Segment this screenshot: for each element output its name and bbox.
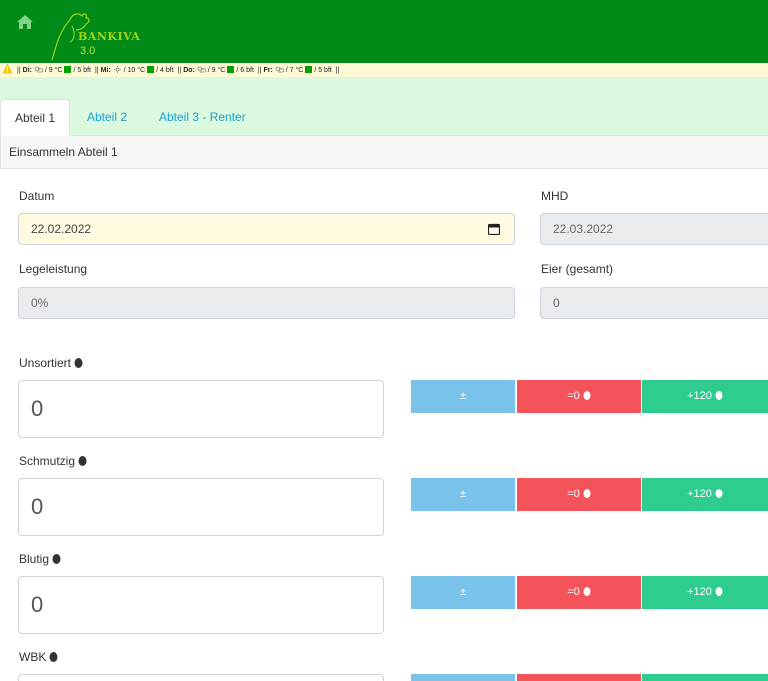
blutig-input[interactable]: 0 bbox=[18, 576, 384, 634]
weather-temp: 7 °C bbox=[289, 67, 304, 74]
legeleistung-field: 0% bbox=[18, 287, 515, 319]
mhd-field: 22.03.2022 bbox=[540, 213, 768, 245]
egg-icon bbox=[583, 391, 591, 400]
unsortiert-label: Unsortiert bbox=[19, 356, 83, 370]
schmutzig-plusminus-button[interactable]: ± bbox=[411, 478, 515, 511]
weather-day: Do: bbox=[183, 67, 195, 74]
unsortiert-reset-button[interactable]: =0 bbox=[517, 380, 641, 413]
unsortiert-plusminus-button[interactable]: ± bbox=[411, 380, 515, 413]
unsortiert-input[interactable]: 0 bbox=[18, 380, 384, 438]
wbk-input[interactable] bbox=[18, 674, 384, 681]
tab-bar: Abteil 1 Abteil 2 Abteil 3 - Renter bbox=[0, 77, 768, 136]
weather-temp: 9 °C bbox=[211, 67, 226, 74]
egg-icon bbox=[52, 554, 61, 564]
weather-bar: || Di: / 9 °C/ 5 bft || Mi: / 10 °C/ 4 bft… bbox=[0, 63, 768, 77]
unsortiert-add-120-button[interactable]: +120 bbox=[642, 380, 768, 413]
wind-indicator bbox=[147, 66, 155, 73]
egg-icon bbox=[583, 489, 591, 498]
schmutzig-label: Schmutzig bbox=[19, 454, 87, 468]
datum-value: 22.02.2022 bbox=[31, 222, 92, 236]
weather-day: Fr: bbox=[263, 67, 273, 74]
weather-day: Mi: bbox=[100, 67, 111, 74]
eier-gesamt-field: 0 bbox=[540, 287, 768, 319]
wind-indicator bbox=[64, 66, 72, 73]
brand-name: BANKIVA bbox=[78, 30, 141, 43]
schmutzig-input[interactable]: 0 bbox=[18, 478, 384, 536]
schmutzig-reset-button[interactable]: =0 bbox=[517, 478, 641, 511]
weather-wind: 4 bft bbox=[159, 67, 174, 74]
weather-temp: 10 °C bbox=[127, 67, 146, 74]
tab-abteil-1[interactable]: Abteil 1 bbox=[0, 99, 71, 136]
weather-day: Di: bbox=[22, 67, 32, 74]
legeleistung-label: Legeleistung bbox=[19, 262, 88, 276]
wbk-plusminus-button[interactable] bbox=[411, 674, 515, 681]
datum-field[interactable]: 22.02.2022 bbox=[18, 213, 515, 245]
wbk-reset-button[interactable] bbox=[517, 674, 641, 681]
wind-indicator bbox=[305, 66, 313, 73]
sun-icon bbox=[113, 66, 121, 73]
mhd-label: MHD bbox=[541, 189, 569, 203]
egg-icon bbox=[78, 456, 87, 466]
egg-icon bbox=[74, 358, 83, 368]
egg-icon bbox=[49, 652, 58, 662]
eier-gesamt-label: Eier (gesamt) bbox=[541, 262, 614, 276]
weather-wind: 5 bft bbox=[318, 67, 332, 74]
weather-wind: 6 bft bbox=[240, 67, 254, 74]
tab-abteil-3-renter[interactable]: Abteil 3 - Renter bbox=[145, 99, 260, 136]
schmutzig-add-120-button[interactable]: +120 bbox=[642, 478, 768, 511]
wind-indicator bbox=[227, 66, 235, 73]
navbar: BANKIVA 3.0 bbox=[0, 0, 768, 63]
wbk-label: WBK bbox=[19, 650, 58, 664]
egg-icon bbox=[715, 391, 723, 400]
calendar-icon[interactable] bbox=[488, 223, 500, 235]
datum-label: Datum bbox=[19, 189, 55, 203]
blutig-plusminus-button[interactable]: ± bbox=[411, 576, 515, 609]
brand-version: 3.0 bbox=[80, 45, 96, 57]
legeleistung-value: 0% bbox=[31, 296, 49, 310]
sun-cloud-icon bbox=[275, 66, 284, 73]
sun-cloud-icon bbox=[34, 66, 43, 73]
blutig-reset-button[interactable]: =0 bbox=[517, 576, 641, 609]
warning-icon bbox=[2, 63, 13, 74]
mhd-value: 22.03.2022 bbox=[553, 222, 614, 236]
home-icon[interactable] bbox=[16, 14, 34, 30]
egg-icon bbox=[715, 489, 723, 498]
sun-cloud-icon bbox=[197, 66, 206, 73]
eier-gesamt-value: 0 bbox=[553, 296, 560, 310]
weather-temp: 9 °C bbox=[48, 67, 63, 74]
blutig-label: Blutig bbox=[19, 552, 61, 566]
card-header: Einsammeln Abteil 1 bbox=[0, 136, 768, 169]
blutig-add-120-button[interactable]: +120 bbox=[642, 576, 768, 609]
tab-abteil-2[interactable]: Abteil 2 bbox=[73, 99, 141, 136]
egg-icon bbox=[715, 587, 723, 596]
egg-icon bbox=[583, 587, 591, 596]
weather-wind: 5 bft bbox=[77, 67, 91, 74]
wbk-add-120-button[interactable] bbox=[642, 674, 768, 681]
